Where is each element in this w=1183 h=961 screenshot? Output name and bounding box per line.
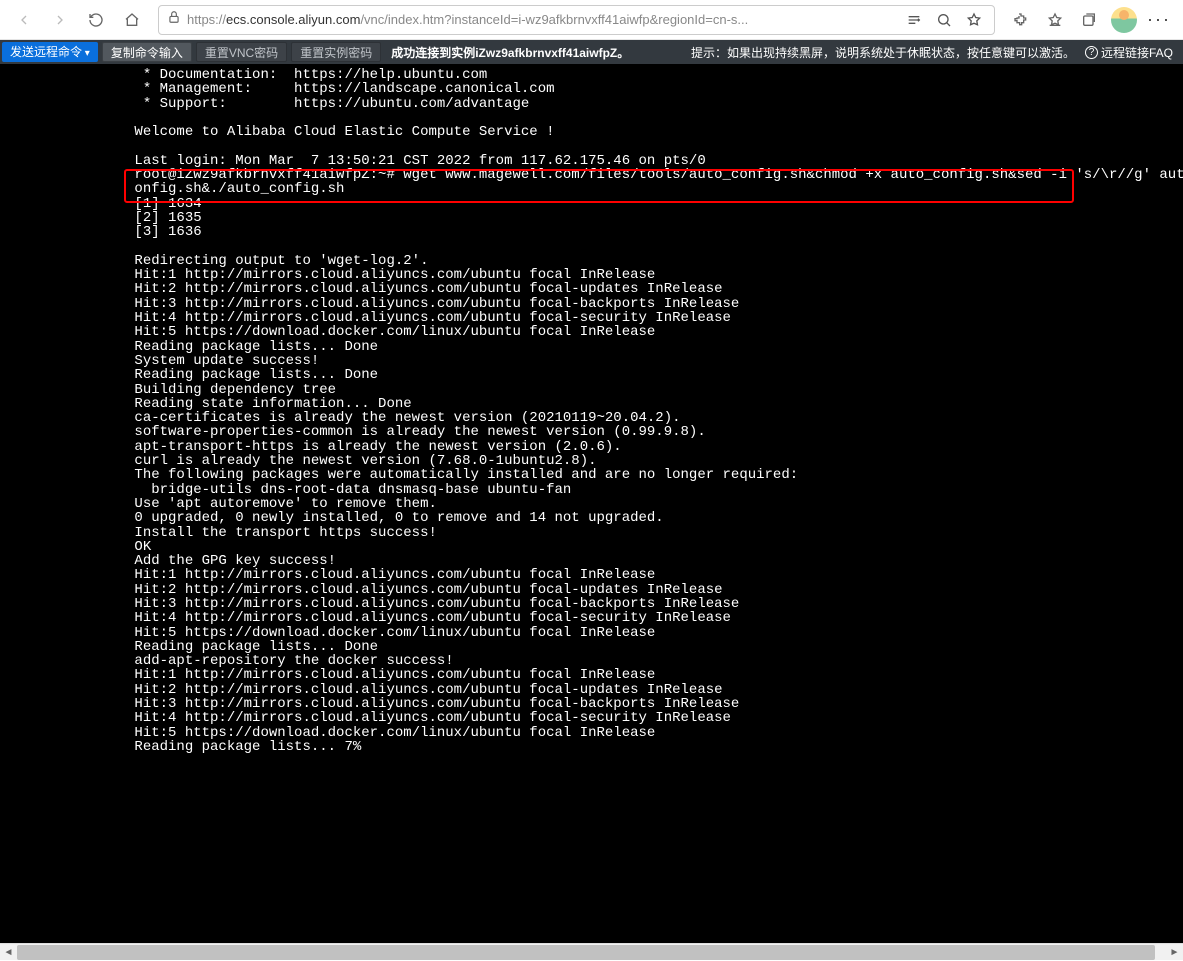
home-button[interactable]: [116, 4, 148, 36]
more-menu-icon[interactable]: ···: [1143, 9, 1175, 30]
refresh-button[interactable]: [80, 4, 112, 36]
url-text: https://ecs.console.aliyun.com/vnc/index…: [187, 12, 896, 27]
copy-cmd-input-button[interactable]: 复制命令输入: [102, 42, 192, 62]
scroll-left-arrow[interactable]: ◄: [0, 947, 17, 958]
favorites-list-icon[interactable]: [1039, 4, 1071, 36]
terminal[interactable]: * Documentation: https://help.ubuntu.com…: [0, 64, 1183, 943]
faq-link[interactable]: ? 远程链接FAQ: [1085, 44, 1173, 61]
reset-instance-pwd-button[interactable]: 重置实例密码: [291, 42, 381, 62]
connection-status: 成功连接到实例iZwz9afkbrnvxff41aiwfpZ。: [391, 44, 629, 61]
horizontal-scrollbar[interactable]: ◄ ►: [0, 943, 1183, 960]
lock-icon: [167, 10, 181, 29]
vnc-toolbar: 发送远程命令 复制命令输入 重置VNC密码 重置实例密码 成功连接到实例iZwz…: [0, 40, 1183, 64]
address-bar[interactable]: https://ecs.console.aliyun.com/vnc/index…: [158, 5, 995, 35]
zoom-icon[interactable]: [932, 8, 956, 32]
send-remote-cmd-button[interactable]: 发送远程命令: [2, 42, 98, 62]
extensions-icon[interactable]: [1005, 4, 1037, 36]
scroll-thumb[interactable]: [17, 945, 1155, 960]
scroll-right-arrow[interactable]: ►: [1166, 947, 1183, 958]
reset-vnc-pwd-button[interactable]: 重置VNC密码: [196, 42, 287, 62]
help-icon: ?: [1085, 46, 1098, 59]
browser-right-icons: ···: [1005, 4, 1175, 36]
browser-toolbar: https://ecs.console.aliyun.com/vnc/index…: [0, 0, 1183, 40]
hint-text: 提示：如果出现持续黑屏，说明系统处于休眠状态，按任意键可以激活。: [691, 44, 1075, 61]
favorite-icon[interactable]: [962, 8, 986, 32]
forward-button[interactable]: [44, 4, 76, 36]
back-button[interactable]: [8, 4, 40, 36]
collections-icon[interactable]: [1073, 4, 1105, 36]
terminal-output: * Documentation: https://help.ubuntu.com…: [0, 64, 1183, 754]
scroll-track[interactable]: [17, 944, 1166, 961]
avatar[interactable]: [1111, 7, 1137, 33]
reader-icon[interactable]: [902, 8, 926, 32]
